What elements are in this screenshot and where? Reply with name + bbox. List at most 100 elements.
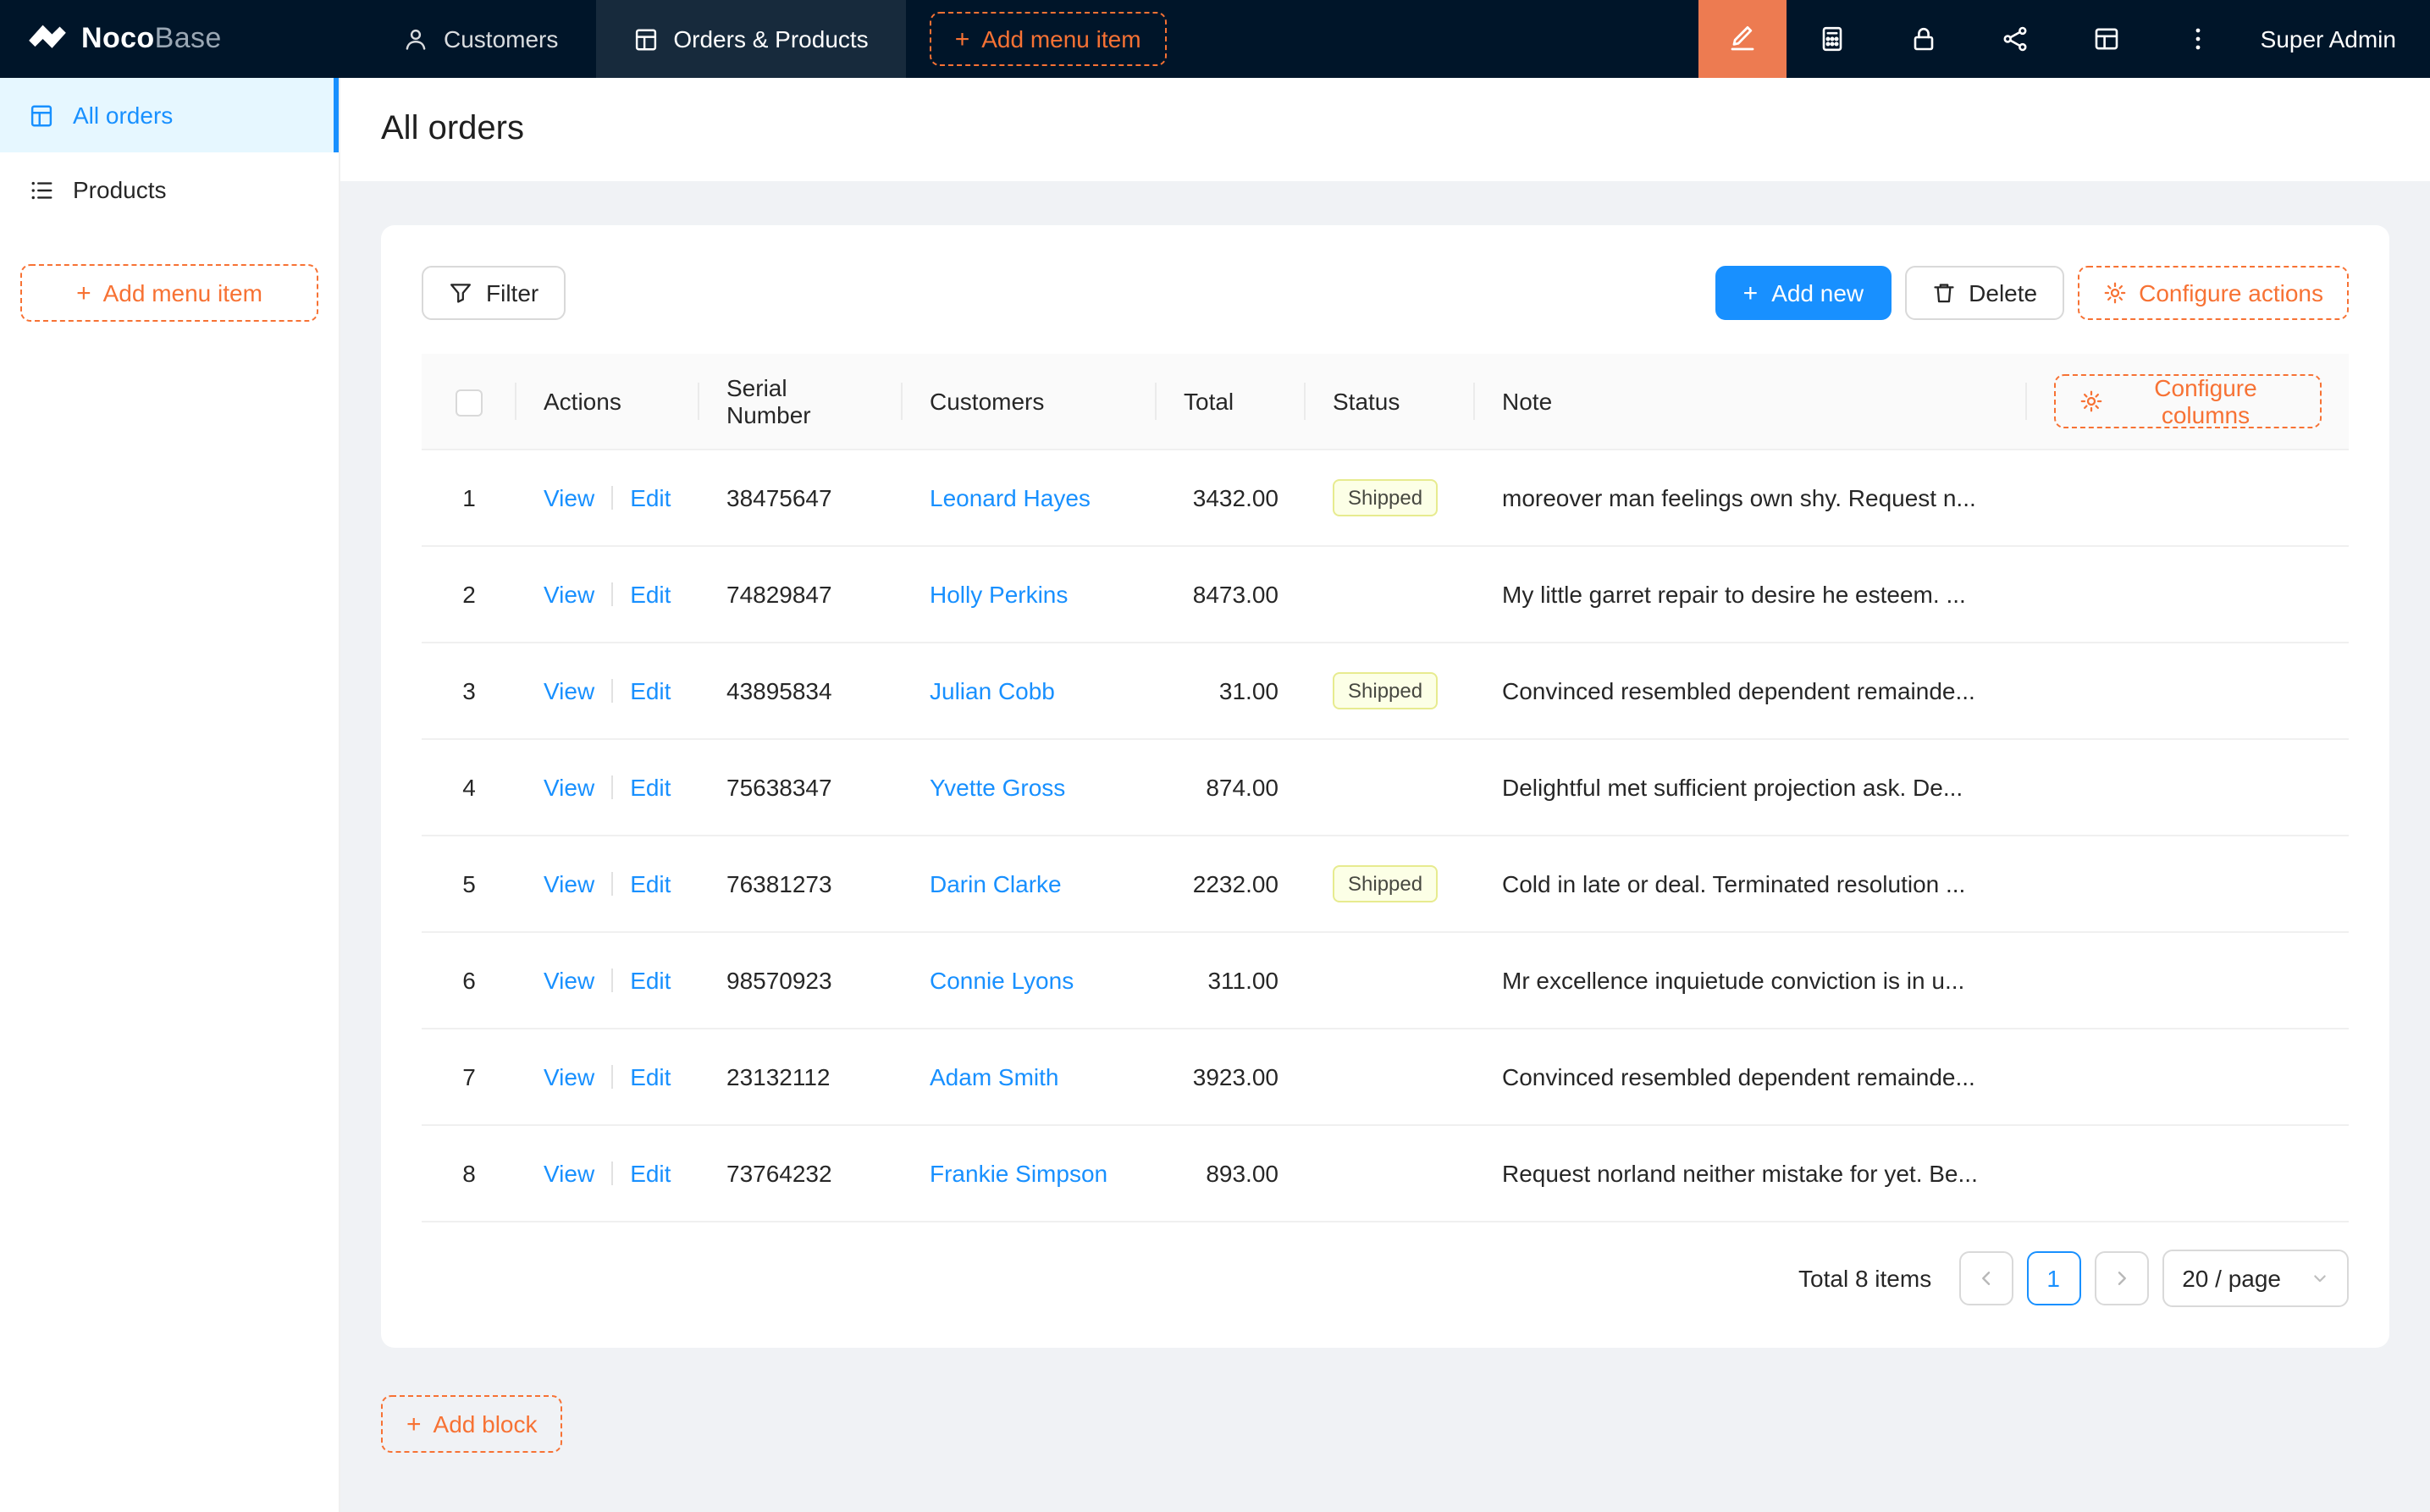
pagination-next-button[interactable]: [2094, 1251, 2148, 1305]
edit-link[interactable]: Edit: [630, 870, 671, 897]
customer-link[interactable]: Holly Perkins: [930, 581, 1068, 608]
note-cell: My little garret repair to desire he est…: [1475, 546, 2349, 643]
edit-link[interactable]: Edit: [630, 677, 671, 704]
add-menu-item-button-side[interactable]: + Add menu item: [20, 264, 318, 322]
configure-columns-button[interactable]: Configure columns: [2054, 374, 2322, 428]
status-badge: Shipped: [1333, 865, 1438, 902]
layout-icon: [2093, 25, 2120, 52]
trash-icon: [1931, 281, 1955, 305]
serial-number-cell: 98570923: [699, 932, 903, 1029]
top-navbar: NocoBase Customers Orders & Products + A…: [0, 0, 2430, 78]
toolbar-right: + Add new Delete: [1716, 266, 2349, 320]
edit-link[interactable]: Edit: [630, 1063, 671, 1090]
table-toolbar: Filter + Add new Delete: [422, 266, 2349, 320]
page-size-select[interactable]: 20 / page: [2162, 1250, 2349, 1307]
sidebar-item-all-orders[interactable]: All orders: [0, 78, 339, 152]
row-index: 1: [422, 450, 516, 546]
ui-editor-button[interactable]: [1698, 0, 1787, 78]
filter-button[interactable]: Filter: [422, 266, 566, 320]
divider: [611, 872, 613, 896]
edit-link[interactable]: Edit: [630, 774, 671, 801]
serial-number-cell: 76381273: [699, 836, 903, 932]
nav-tab-label: Orders & Products: [673, 25, 868, 52]
sidebar-item-label: All orders: [73, 102, 173, 129]
api-icon: [2002, 25, 2029, 52]
sidebar-item-products[interactable]: Products: [0, 152, 339, 227]
view-link[interactable]: View: [544, 1160, 594, 1187]
view-link[interactable]: View: [544, 677, 594, 704]
edit-link[interactable]: Edit: [630, 967, 671, 994]
pagination-prev-button[interactable]: [1958, 1251, 2013, 1305]
logo[interactable]: NocoBase: [0, 0, 366, 78]
customers-icon: [403, 26, 428, 52]
divider: [611, 679, 613, 703]
serial-number-cell: 73764232: [699, 1125, 903, 1222]
delete-button[interactable]: Delete: [1904, 266, 2064, 320]
customer-link[interactable]: Connie Lyons: [930, 967, 1074, 994]
pagination-page-1[interactable]: 1: [2026, 1251, 2080, 1305]
lock-icon: [1910, 25, 1937, 52]
column-header-status: Status: [1306, 354, 1475, 450]
note-cell: Cold in late or deal. Terminated resolut…: [1475, 836, 2349, 932]
total-cell: 311.00: [1157, 932, 1306, 1029]
serial-number-cell: 74829847: [699, 546, 903, 643]
status-badge: Shipped: [1333, 672, 1438, 709]
view-link[interactable]: View: [544, 870, 594, 897]
lock-button[interactable]: [1878, 0, 1969, 78]
edit-link[interactable]: Edit: [630, 1160, 671, 1187]
highlighter-icon: [1729, 25, 1756, 52]
row-index: 5: [422, 836, 516, 932]
more-icon: [2184, 25, 2212, 52]
customer-link[interactable]: Julian Cobb: [930, 677, 1055, 704]
row-index: 2: [422, 546, 516, 643]
layout-button[interactable]: [2061, 0, 2152, 78]
customer-link[interactable]: Adam Smith: [930, 1063, 1059, 1090]
column-header-actions: Actions: [516, 354, 699, 450]
nav-tab-customers[interactable]: Customers: [366, 0, 595, 78]
serial-number-cell: 75638347: [699, 739, 903, 836]
view-link[interactable]: View: [544, 484, 594, 511]
chevron-right-icon: [2111, 1268, 2131, 1289]
customer-link[interactable]: Darin Clarke: [930, 870, 1062, 897]
divider: [611, 582, 613, 606]
app: NocoBase Customers Orders & Products + A…: [0, 0, 2430, 1512]
page-title: All orders: [381, 110, 2389, 149]
customer-link[interactable]: Frankie Simpson: [930, 1160, 1107, 1187]
add-block-button[interactable]: + Add block: [381, 1395, 563, 1453]
add-new-button[interactable]: + Add new: [1716, 266, 1892, 320]
serial-number-cell: 43895834: [699, 643, 903, 739]
api-button[interactable]: [1969, 0, 2061, 78]
filter-icon: [449, 281, 472, 305]
select-all-checkbox[interactable]: [456, 389, 483, 416]
nav-tab-label: Customers: [444, 25, 558, 52]
note-cell: Convinced resembled dependent remainde..…: [1475, 1029, 2349, 1125]
navbar-right-actions: Super Admin: [1698, 0, 2430, 78]
calculator-button[interactable]: [1787, 0, 1878, 78]
view-link[interactable]: View: [544, 581, 594, 608]
add-menu-item-button-top[interactable]: + Add menu item: [930, 12, 1167, 66]
total-cell: 3923.00: [1157, 1029, 1306, 1125]
view-link[interactable]: View: [544, 774, 594, 801]
table-header-row: Actions Serial Number Customers Total St…: [422, 354, 2349, 450]
table-row: 2 ViewEdit 74829847 Holly Perkins 8473.0…: [422, 546, 2349, 643]
user-menu[interactable]: Super Admin: [2244, 0, 2430, 78]
edit-link[interactable]: Edit: [630, 484, 671, 511]
status-badge: Shipped: [1333, 479, 1438, 516]
configure-actions-button[interactable]: Configure actions: [2078, 266, 2349, 320]
customer-link[interactable]: Leonard Hayes: [930, 484, 1091, 511]
edit-link[interactable]: Edit: [630, 581, 671, 608]
column-header-serial-number: Serial Number: [699, 354, 903, 450]
more-button[interactable]: [2152, 0, 2244, 78]
note-cell: Mr excellence inquietude conviction is i…: [1475, 932, 2349, 1029]
main-content: All orders Filter +: [340, 78, 2430, 1512]
view-link[interactable]: View: [544, 1063, 594, 1090]
column-header-note: Note: [1475, 354, 2027, 450]
customer-link[interactable]: Yvette Gross: [930, 774, 1065, 801]
plus-icon: +: [76, 280, 91, 306]
divider: [611, 1065, 613, 1089]
chevron-left-icon: [1975, 1268, 1996, 1289]
view-link[interactable]: View: [544, 967, 594, 994]
sidebar: All orders Products + Add menu item: [0, 78, 340, 1512]
products-list-icon: [29, 177, 54, 202]
nav-tab-orders-products[interactable]: Orders & Products: [595, 0, 905, 78]
